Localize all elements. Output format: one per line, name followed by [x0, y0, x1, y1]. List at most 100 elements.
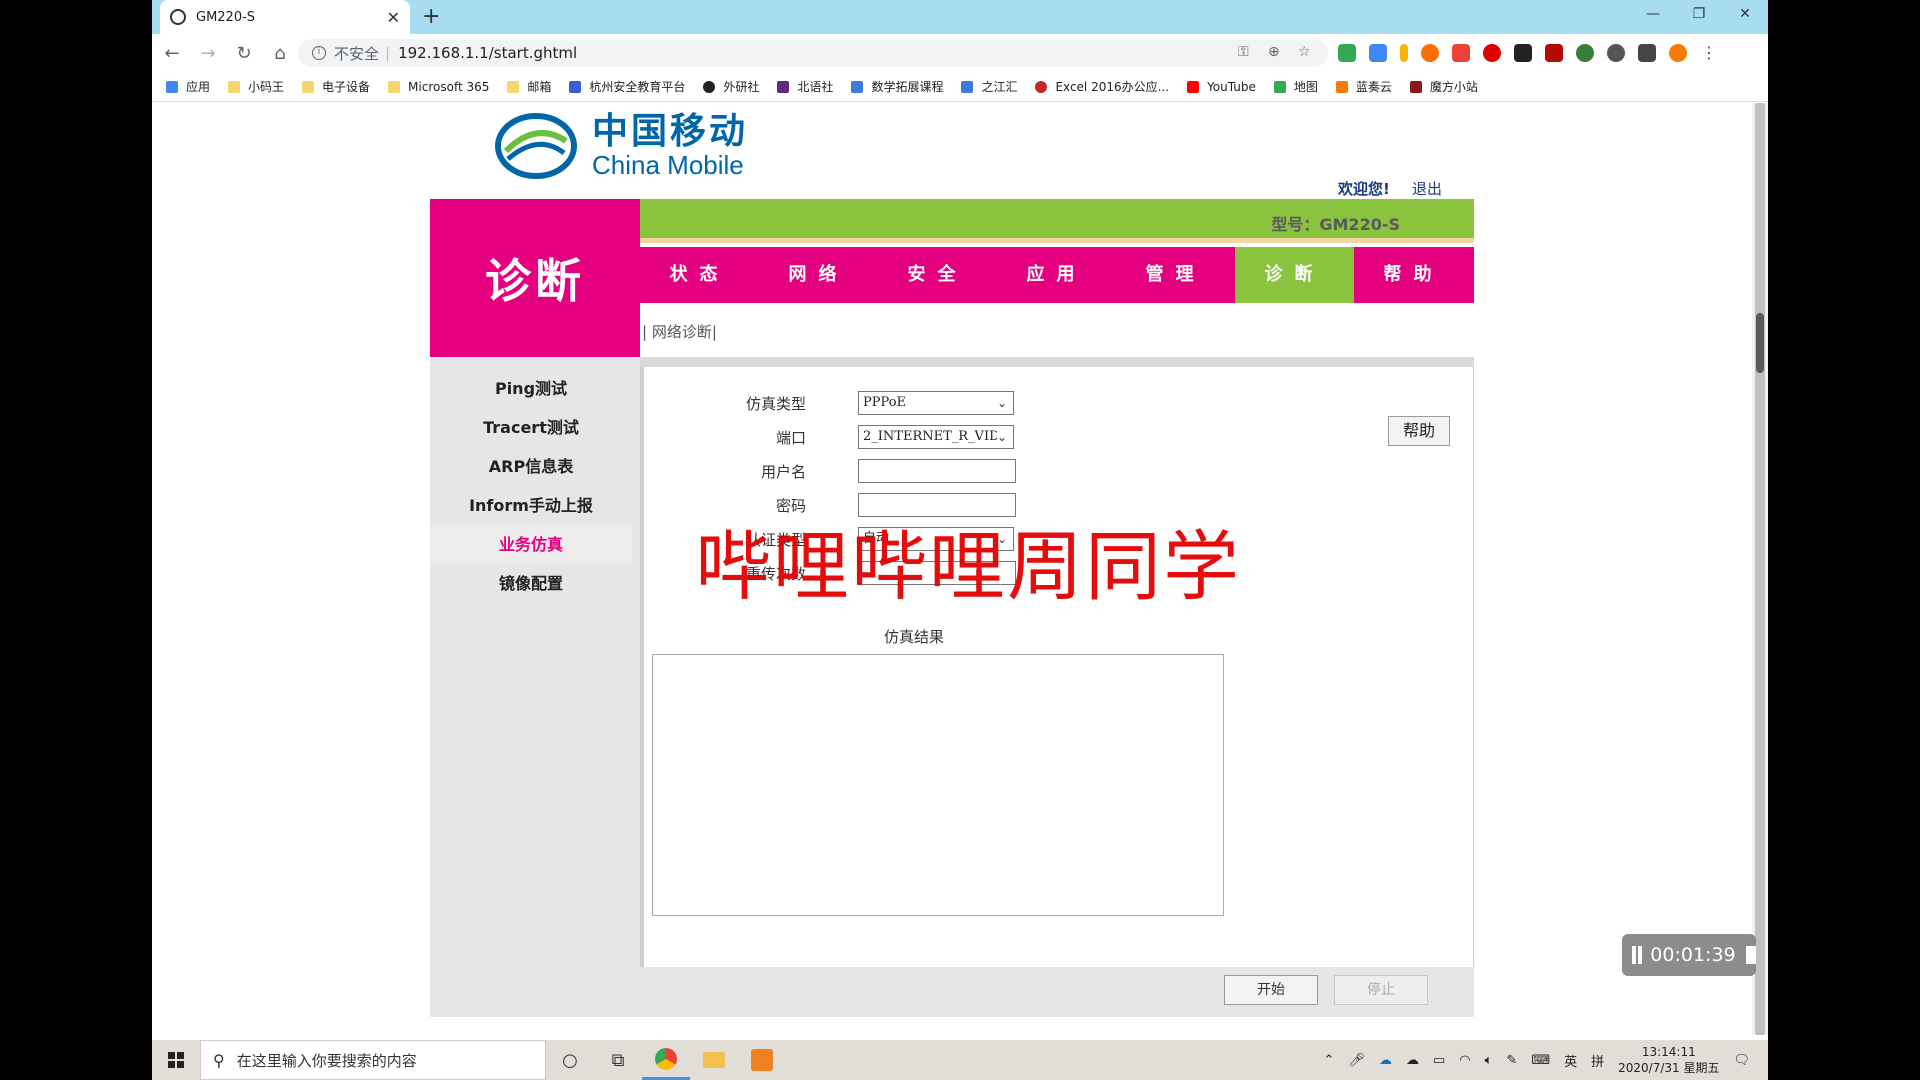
back-icon[interactable]: ← — [156, 43, 188, 64]
battery-icon[interactable]: ▭ — [1433, 1053, 1445, 1068]
forward-icon[interactable]: → — [192, 43, 224, 64]
page-scrollbar[interactable] — [1752, 103, 1768, 1035]
ime-mode[interactable]: 拼 — [1591, 1051, 1604, 1070]
stop-button[interactable]: 停止 — [1334, 975, 1428, 1005]
bookmark-item[interactable]: 蓝奏云 — [1335, 78, 1392, 95]
star-icon[interactable]: ☆ — [1298, 44, 1311, 60]
keyboard-icon[interactable]: ⌨ — [1531, 1053, 1550, 1068]
mask-icon[interactable] — [1514, 44, 1532, 62]
puzzle-icon[interactable] — [1638, 44, 1656, 62]
key-icon[interactable]: ⚿ — [1238, 44, 1249, 60]
left-nav-arp[interactable]: ARP信息表 — [430, 447, 632, 486]
left-nav-ping[interactable]: Ping测试 — [430, 369, 632, 408]
menu-icon[interactable]: ⋮ — [1700, 44, 1718, 62]
left-nav-inform[interactable]: Inform手动上报 — [430, 486, 632, 525]
bookmark-item[interactable]: 邮箱 — [507, 78, 551, 95]
scrollbar-thumb[interactable] — [1755, 103, 1765, 1035]
office-icon[interactable] — [1452, 44, 1470, 62]
close-window-icon[interactable]: ✕ — [1722, 0, 1768, 30]
sub-nav-network-diagnosis[interactable]: | 网络诊断| — [640, 303, 1474, 353]
zoom-icon[interactable]: ⊕ — [1268, 44, 1280, 60]
nav-diagnosis[interactable]: 诊断 — [1235, 247, 1354, 303]
pdf-icon[interactable] — [1545, 44, 1563, 62]
chrome-taskbar-icon[interactable] — [642, 1040, 690, 1080]
result-textarea[interactable] — [652, 654, 1224, 916]
task-view-icon[interactable]: ⧉ — [594, 1040, 642, 1080]
taskbar-search[interactable]: ⚲ 在这里输入你要搜索的内容 — [200, 1040, 546, 1080]
address-bar[interactable]: i 不安全 | 192.168.1.1/start.ghtml ⚿ ⊕ ☆ — [298, 39, 1328, 67]
volume-icon[interactable]: 🔈︎ — [1485, 1053, 1493, 1068]
bookmark-item[interactable]: 外研社 — [703, 78, 759, 95]
site-icon — [1335, 80, 1348, 93]
profile-avatar[interactable] — [1669, 44, 1687, 62]
bookmark-item[interactable]: 地图 — [1273, 78, 1318, 95]
tab-strip: GM220-S ✕ + — ❐ ✕ — [152, 0, 1768, 34]
stop-record-icon[interactable] — [1745, 946, 1756, 964]
home-icon[interactable]: ⌂ — [264, 43, 296, 64]
bookmark-item[interactable]: 电子设备 — [302, 78, 370, 95]
site-icon — [703, 80, 716, 93]
globe-ext-icon[interactable] — [1576, 44, 1594, 62]
pen-icon[interactable]: ✎ — [1506, 1053, 1517, 1068]
nav-help[interactable]: 帮助 — [1354, 247, 1473, 303]
bookmark-item[interactable]: 之江汇 — [961, 78, 1017, 95]
left-nav-mirror-config[interactable]: 镜像配置 — [430, 564, 632, 603]
logout-link[interactable]: 退出 — [1412, 178, 1442, 199]
bookmark-item[interactable]: 杭州安全教育平台 — [569, 78, 685, 95]
model-bar: 型号：GM220-S — [640, 199, 1474, 243]
record-icon[interactable] — [1607, 44, 1625, 62]
translate-icon[interactable] — [1369, 44, 1387, 62]
sim-type-select[interactable]: PPPoE ⌄ — [858, 391, 1014, 415]
browser-toolbar: ← → ↻ ⌂ i 不安全 | 192.168.1.1/start.ghtml … — [152, 34, 1768, 72]
download-icon[interactable] — [1400, 44, 1408, 62]
clock[interactable]: 13:14:11 2020/7/31 星期五 — [1618, 1044, 1719, 1076]
nav-application[interactable]: 应用 — [997, 247, 1116, 303]
pause-icon[interactable] — [1632, 946, 1643, 964]
minimize-icon[interactable]: — — [1630, 0, 1676, 30]
tab-title: GM220-S — [196, 9, 256, 25]
port-label: 端口 — [775, 429, 806, 447]
start-button[interactable]: 开始 — [1224, 975, 1318, 1005]
port-select[interactable]: 2_INTERNET_R_VID ⌄ — [858, 425, 1014, 449]
globe-icon — [170, 9, 186, 25]
info-icon[interactable]: i — [312, 46, 326, 60]
bookmark-item[interactable]: 应用 — [166, 78, 210, 95]
site-icon — [569, 80, 582, 93]
folder-icon — [388, 80, 401, 93]
file-explorer-icon[interactable] — [690, 1040, 738, 1080]
left-nav-tracert[interactable]: Tracert测试 — [430, 408, 632, 447]
nav-network[interactable]: 网络 — [759, 247, 878, 303]
bookmark-item[interactable]: 数学拓展课程 — [851, 78, 943, 95]
nav-status[interactable]: 状态 — [640, 247, 759, 303]
cloud-icon[interactable]: ☁ — [1406, 1053, 1419, 1068]
bookmark-item[interactable]: 魔方小站 — [1409, 78, 1478, 95]
bookmark-item[interactable]: Microsoft 365 — [388, 80, 489, 94]
bookmark-item[interactable]: Excel 2016办公应... — [1035, 78, 1169, 95]
opera-icon[interactable] — [1483, 44, 1501, 62]
bookmark-item[interactable]: YouTube — [1187, 80, 1256, 94]
username-input[interactable] — [858, 459, 1016, 483]
cortana-icon[interactable]: ○ — [546, 1040, 594, 1080]
reload-icon[interactable]: ↻ — [228, 43, 260, 64]
app-taskbar-icon[interactable] — [738, 1040, 786, 1080]
bookmark-item[interactable]: 小码王 — [228, 78, 284, 95]
chevron-up-icon[interactable]: ⌃ — [1324, 1053, 1335, 1068]
browser-tab[interactable]: GM220-S ✕ — [160, 0, 410, 34]
help-button[interactable]: 帮助 — [1388, 416, 1450, 446]
nav-security[interactable]: 安全 — [878, 247, 997, 303]
drive-icon[interactable] — [1338, 44, 1356, 62]
restore-icon[interactable]: ❐ — [1676, 0, 1722, 30]
nav-management[interactable]: 管理 — [1116, 247, 1235, 303]
new-tab-icon[interactable]: + — [422, 4, 440, 29]
left-nav-service-simulation[interactable]: 业务仿真 — [430, 525, 632, 564]
notification-icon[interactable]: 🗨︎ — [1733, 1053, 1750, 1068]
recording-timer: 00:01:39 — [1622, 934, 1756, 976]
bookmark-item[interactable]: 北语社 — [777, 78, 833, 95]
start-menu-button[interactable] — [152, 1040, 200, 1080]
microphone-icon[interactable]: 🎤︎ — [1348, 1053, 1365, 1068]
wifi-icon[interactable]: ◠ — [1459, 1053, 1470, 1068]
close-tab-icon[interactable]: ✕ — [387, 8, 400, 27]
extension-icon[interactable] — [1421, 44, 1439, 62]
ime-language[interactable]: 英 — [1564, 1051, 1577, 1070]
onedrive-icon[interactable]: ☁ — [1379, 1053, 1392, 1068]
